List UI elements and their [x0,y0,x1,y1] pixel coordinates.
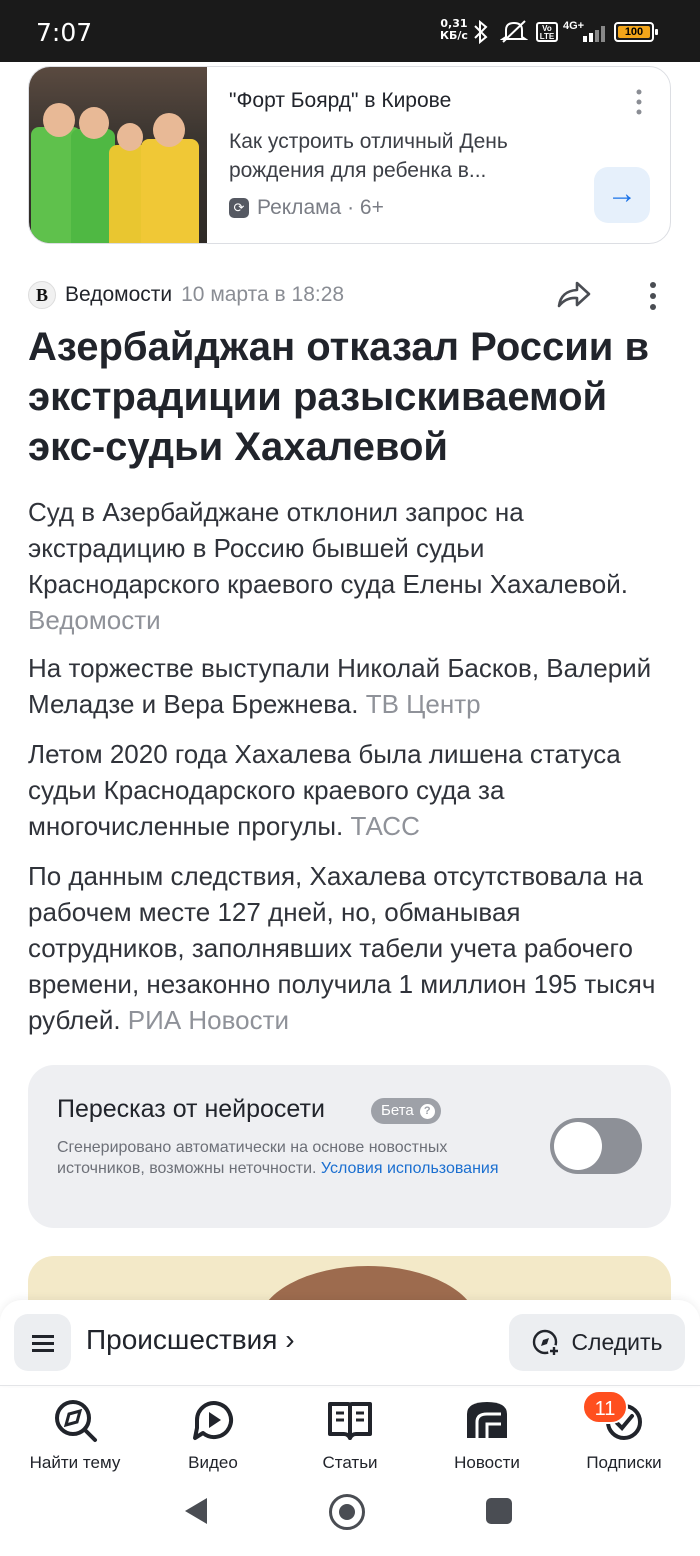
paragraph-text: По данным следствия, Хахалева отсутствов… [28,861,656,1035]
tab-label: Подписки [586,1453,662,1472]
ai-summary-card: Пересказ от нейросети Бета ? Сгенерирова… [28,1065,671,1228]
terms-link[interactable]: Условия использования [321,1160,499,1177]
ad-label-text: Реклама · 6+ [257,196,384,219]
system-nav-bar [0,1474,700,1556]
tab-news[interactable]: Новости [417,1396,557,1473]
book-icon [328,1402,372,1440]
battery-level: 100 [618,26,650,38]
paragraph-text: На торжестве выступали Николай Басков, В… [28,653,652,719]
menu-button[interactable] [14,1314,71,1371]
paragraph-source-link[interactable]: РИА Новости [128,1005,289,1035]
article-more-icon[interactable] [642,280,664,312]
article-paragraph: Летом 2020 года Хахалева была лишена ста… [28,736,678,844]
paragraph-source-link[interactable]: Ведомости [28,605,161,635]
toggle-knob [554,1122,602,1170]
ad-open-button[interactable]: → [594,167,650,223]
home-icon[interactable] [329,1494,365,1530]
beta-label: Бета [381,1102,414,1119]
paragraph-source-link[interactable]: ТАСС [351,811,420,841]
ad-more-icon[interactable] [629,87,649,117]
article-source[interactable]: В Ведомости 10 марта в 18:28 [28,280,344,310]
battery-icon: 100 [614,22,658,42]
bluetooth-icon [474,20,488,44]
signal-icon [583,26,605,42]
volte-icon: Vo LTE [536,22,558,42]
tab-video[interactable]: Видео [143,1396,283,1473]
status-time: 7:07 [36,18,93,47]
article-paragraph: По данным следствия, Хахалева отсутствов… [28,858,678,1038]
tab-label: Найти тему [29,1453,121,1472]
recent-apps-icon[interactable] [486,1498,512,1524]
video-play-icon [193,1401,233,1440]
ad-description: Как устроить отличный День рождения для … [229,130,508,182]
tab-find-topic[interactable]: Найти тему [5,1396,145,1473]
compass-search-icon [55,1400,97,1442]
muted-bell-icon [500,20,528,43]
rubric-bar: Происшествия › Следить [0,1300,700,1386]
status-bar: 7:07 0,31 КБ/с Vo LTE 4G+ 100 [0,0,700,62]
news-icon [467,1402,507,1438]
follow-compass-icon [533,1329,561,1357]
ad-title[interactable]: "Форт Боярд" в Кирове [229,89,451,113]
ai-summary-toggle[interactable] [550,1118,642,1174]
ai-summary-note: Сгенерировано автоматически на основе но… [57,1137,537,1179]
source-logo: В [28,281,56,309]
network-rate-unit: КБ/с [440,29,468,42]
network-type: 4G+ [563,20,585,32]
network-rate: 0,31 КБ/с [440,18,468,42]
article-headline: Азербайджан отказал России в экстрадиции… [28,325,650,469]
follow-label: Следить [571,1329,663,1355]
ad-image [29,67,207,243]
back-icon[interactable] [183,1496,209,1526]
tab-articles[interactable]: Статьи [280,1396,420,1473]
rubric-name: Происшествия [86,1324,278,1355]
ad-label: ⟳ Реклама · 6+ [229,196,384,220]
chevron-right-icon: › [285,1324,295,1355]
article-paragraph: На торжестве выступали Николай Басков, В… [28,650,678,722]
paragraph-text: Суд в Азербайджане отклонил запрос на эк… [28,497,629,599]
article-date: 10 марта в 18:28 [181,283,345,306]
source-name[interactable]: Ведомости [65,283,172,307]
tab-label: Видео [188,1453,238,1472]
ai-summary-title: Пересказ от нейросети [57,1095,325,1123]
article-paragraph: Суд в Азербайджане отклонил запрос на эк… [28,494,678,638]
tab-label: Новости [454,1453,520,1472]
help-icon: ? [419,1103,435,1119]
paragraph-source-link[interactable]: ТВ Центр [366,689,481,719]
bottom-tab-bar: Найти тему Видео Статьи Новости 11 Подпи… [0,1388,700,1474]
beta-badge[interactable]: Бета ? [371,1098,441,1124]
tab-subscriptions[interactable]: 11 Подписки [554,1390,694,1473]
subscriptions-badge: 11 [582,1390,628,1424]
rubric-title[interactable]: Происшествия › [86,1324,295,1356]
ad-card[interactable]: "Форт Боярд" в Кирове Как устроить отлич… [28,66,671,244]
paragraph-text: Летом 2020 года Хахалева была лишена ста… [28,739,621,841]
follow-button[interactable]: Следить [509,1314,685,1371]
share-icon[interactable] [556,278,592,310]
tab-label: Статьи [322,1453,378,1472]
ad-marker-icon: ⟳ [229,198,249,218]
